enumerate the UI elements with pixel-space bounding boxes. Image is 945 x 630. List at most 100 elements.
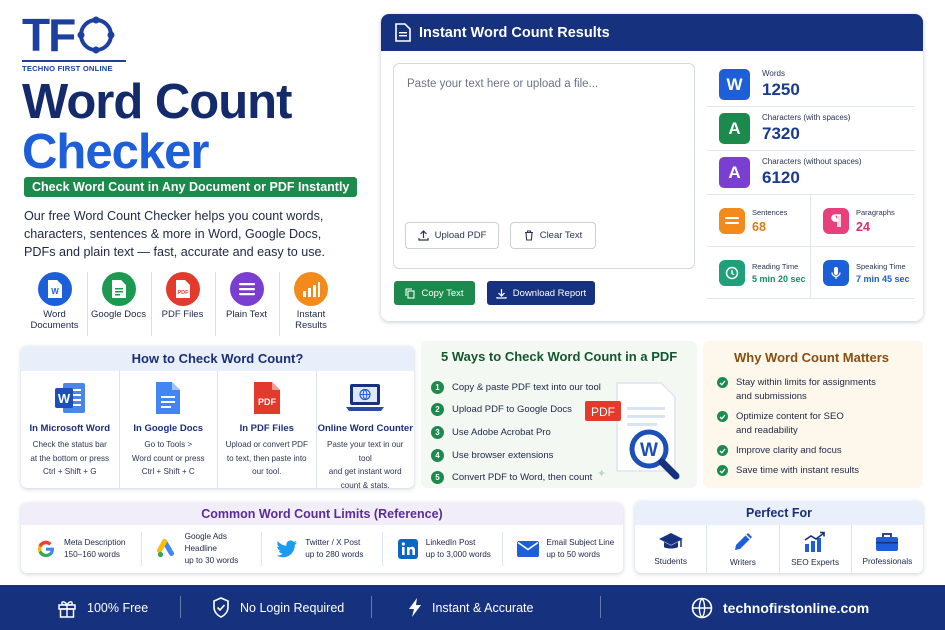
twitter-bird-icon [276,538,298,560]
check-icon [717,377,728,388]
shield-check-icon [213,597,229,618]
stat-value: 1250 [762,80,800,99]
ways-item: 2 Upload PDF to Google Docs [431,399,601,422]
copy-text-label: Copy Text [421,287,464,299]
footer-label: Instant & Accurate [432,600,534,615]
how-column-line: to text, then paste into [226,453,307,463]
why-item-line: Stay within limits for assignments [736,377,876,388]
upload-icon [418,230,429,241]
how-column-title: Online Word Counter [317,423,413,434]
limit-value: 150–160 words [64,550,120,559]
stat-label: Sentences [752,207,788,217]
ways-item-text: Upload PDF to Google Docs [452,404,572,416]
footer-label: No Login Required [240,600,345,615]
footer-label: 100% Free [87,600,149,615]
audience-label: Writers [729,557,756,567]
audience-students: Students [635,525,708,573]
stat-label: Paragraphs [856,207,895,217]
copy-text-button[interactable]: Copy Text [394,281,475,305]
stat-label: Words [762,69,785,78]
stat-label: Characters (without spaces) [762,157,862,166]
illustration-w-label: W [640,440,658,461]
laptop-globe-icon [346,384,385,411]
audience-label: Professionals [862,556,913,566]
doc-type-label: Google Docs [91,309,146,320]
how-column-line: Upload or convert PDF [225,440,308,449]
why-word-count-card: Why Word Count Matters Stay within limit… [703,341,923,488]
why-item: Improve clarity and focus [717,444,876,458]
logo-letter-t: T [22,9,50,61]
step-number: 3 [431,425,444,439]
clear-text-button[interactable]: Clear Text [510,222,596,249]
stat-words: W Words 1250 [707,63,915,107]
ways-item: 1 Copy & paste PDF text into our tool [431,376,601,399]
how-online-counter: Online Word Counter Paste your text in o… [317,371,415,488]
logo-network-circle-icon [77,16,115,54]
limit-value: up to 280 words [305,550,364,559]
doc-type-google-docs[interactable]: Google Docs [88,272,152,336]
step-number: 5 [431,471,444,485]
audience-professionals: Professionals [852,525,923,573]
limit-google-ads: Google Ads Headline up to 30 words [142,532,263,566]
globe-icon [691,597,713,618]
doc-type-instant-results[interactable]: Instant Results [280,272,344,336]
limit-value: up to 50 words [546,550,601,559]
brand-logo[interactable]: T F TECHNO FIRST ONLINE [22,12,142,73]
how-column-line: Ctrl + Shift + G [42,467,97,476]
paragraph-icon [823,207,849,234]
stat-value: 68 [752,219,766,234]
how-to-check-card: How to Check Word Count? W In Microsoft … [21,346,414,488]
growth-chart-icon [804,531,825,552]
footer-url: technofirstonline.com [723,599,870,616]
text-input-area[interactable]: Paste your text here or upload a file...… [393,63,695,269]
how-column-title: In Google Docs [133,423,204,434]
upload-pdf-label: Upload PDF [434,230,487,241]
upload-pdf-button[interactable]: Upload PDF [405,222,499,249]
limit-name: Twitter / X Post [305,538,361,547]
why-item-line: Save time with instant results [736,465,860,476]
footer-bar: 100% Free No Login Required Instant & Ac… [0,585,945,630]
ways-item: 5 Convert PDF to Word, then count [431,466,601,489]
doc-type-pdf[interactable]: PDF PDF Files [152,272,216,336]
google-ads-icon [156,538,178,560]
ways-item-text: Use browser extensions [452,449,554,461]
step-number: 2 [431,403,444,417]
google-docs-icon [101,272,136,306]
word-doc-icon: W [37,272,72,306]
download-icon [496,288,507,299]
clock-icon [719,259,745,286]
doc-type-label: Instant Results [295,309,327,331]
svg-text:W: W [51,287,59,296]
character-letter-icon: A [719,157,750,188]
how-column-line: Check the status bar [32,440,107,449]
limit-name: LinkedIn Post [425,538,476,547]
doc-type-label: PDF Files [161,309,204,320]
doc-type-plain-text[interactable]: Plain Text [216,272,280,336]
text-input-placeholder: Paste your text here or upload a file... [407,78,599,90]
briefcase-icon [876,533,899,551]
stat-label: Speaking Time [856,261,906,271]
pdf-icon: PDF [165,272,200,306]
stats-panel: W Words 1250 A Characters (with spaces) … [707,63,915,299]
stat-paragraphs: Paragraphs 24 [811,195,915,247]
stat-characters-without-spaces: A Characters (without spaces) 6120 [707,151,915,195]
hero-description: Our free Word Count Checker helps you co… [24,209,326,259]
footer-divider [371,596,372,618]
clear-text-label: Clear Text [539,230,583,241]
limits-title: Common Word Count Limits (Reference) [21,503,623,525]
limit-linkedin: LinkedIn Post up to 3,000 words [383,532,504,566]
check-icon [717,411,728,422]
how-column-title: In Microsoft Word [29,423,111,434]
why-item: Optimize content for SEO and readability [717,410,876,438]
audience-writers: Writers [707,525,780,573]
how-column-line: and get instant word [328,467,402,476]
doc-type-label: Word Documents [30,309,79,331]
footer-website-link[interactable]: technofirstonline.com [691,585,869,630]
download-report-button[interactable]: Download Report [487,281,595,305]
doc-type-word[interactable]: W Word Documents [24,272,88,336]
how-column-line: at the bottom or press [30,453,110,463]
step-number: 1 [431,380,444,394]
how-title: How to Check Word Count? [21,346,414,371]
google-docs-icon [156,382,181,414]
logo-tagline: TECHNO FIRST ONLINE [22,60,126,73]
